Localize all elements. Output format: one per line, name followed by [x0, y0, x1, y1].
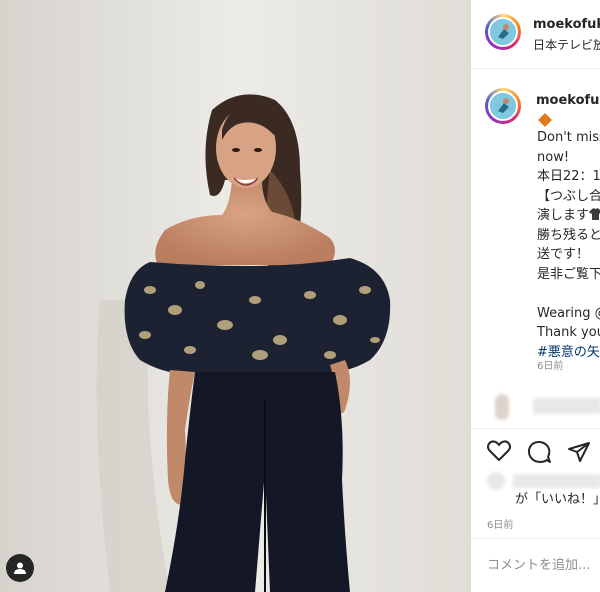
- caption-line: 本日22：1: [537, 169, 600, 184]
- avatar-image: [490, 19, 516, 45]
- caption-avatar[interactable]: [485, 88, 521, 124]
- comment-button[interactable]: [527, 440, 551, 468]
- caption-line: Don't miss: [537, 130, 600, 145]
- header-avatar[interactable]: [485, 14, 521, 50]
- user-tag-button[interactable]: [6, 554, 34, 582]
- caption-line-text: 演します: [537, 208, 590, 223]
- post-photo[interactable]: [0, 0, 470, 592]
- header-subtitle: 日本テレビ放: [533, 38, 600, 52]
- share-button[interactable]: [567, 440, 591, 468]
- caption-line: 【つぶし合: [537, 188, 600, 204]
- header-username[interactable]: moekofuku: [533, 17, 600, 32]
- post-sidebar: moekofuku 日本テレビ放 moekofuku Don't miss no…: [470, 0, 600, 592]
- likes-time: 6日前: [487, 520, 514, 531]
- caption-line: 勝ち残ると: [537, 227, 600, 243]
- caption-line: 是非ご覧下: [537, 266, 600, 282]
- comment-divider: [471, 538, 600, 539]
- shirt-emoji-icon: [589, 208, 600, 223]
- caption-line: now!: [537, 149, 570, 165]
- caption-line: Wearing @: [537, 305, 600, 321]
- comment-icon: [527, 440, 551, 463]
- likes-text[interactable]: が「いいね！」: [515, 488, 600, 507]
- heart-icon: [487, 440, 511, 461]
- avatar-image: [490, 93, 516, 119]
- like-button[interactable]: [487, 440, 511, 466]
- caption-line: 演します: [537, 206, 600, 226]
- header-divider: [471, 68, 600, 69]
- blurred-liker-name: [513, 474, 600, 488]
- caption-line: [537, 284, 600, 304]
- blurred-avatar: [495, 394, 509, 420]
- woman-photo: [0, 0, 470, 592]
- caption-line: 送です！: [537, 247, 590, 262]
- user-tag-icon: [14, 562, 26, 574]
- caption-text: Don't miss now! 本日22：1 【つぶし合 演します 勝ち残ると …: [537, 128, 600, 362]
- caption-time: 6日前: [537, 361, 564, 372]
- comment-input[interactable]: コメントを追加...: [487, 554, 590, 573]
- caption-username[interactable]: moekofuku: [536, 93, 600, 108]
- caption-line: Thank you: [537, 325, 600, 340]
- actions-divider: [471, 428, 600, 429]
- share-icon: [568, 442, 590, 462]
- blurred-liker-avatar: [487, 472, 505, 490]
- blurred-comment: [533, 398, 600, 414]
